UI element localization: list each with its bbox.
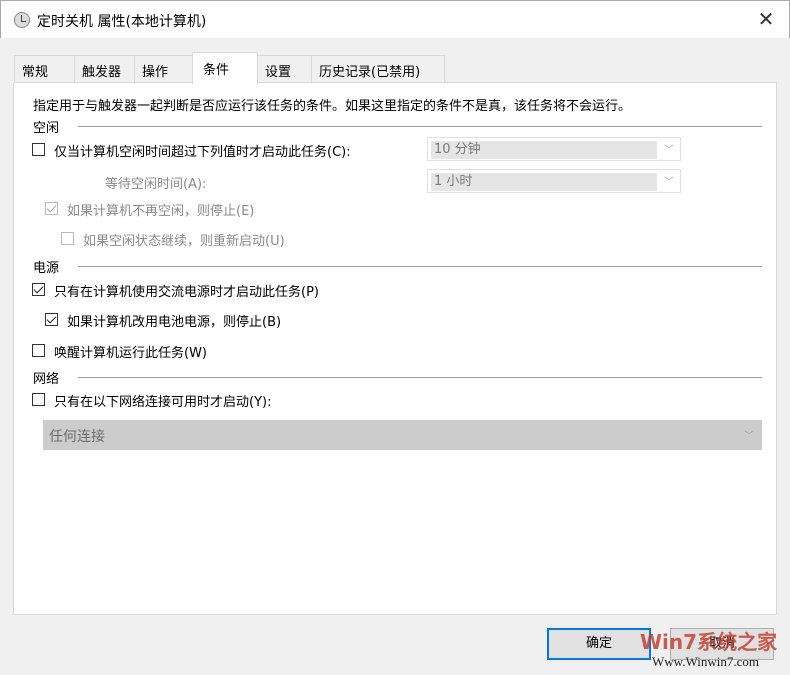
network-heading: 网络 <box>33 372 60 387</box>
window-title: 定时关机 属性(本地计算机) <box>37 14 207 30</box>
start-if-idle-checkbox[interactable] <box>32 143 45 156</box>
idle-duration-select[interactable]: 10 分钟 ﹀ <box>427 137 681 161</box>
divider <box>78 266 762 267</box>
chevron-down-icon: ﹀ <box>664 177 674 188</box>
stop-on-battery-checkbox[interactable] <box>45 313 58 326</box>
close-button[interactable]: ✕ <box>743 1 789 39</box>
divider <box>78 377 762 378</box>
only-if-network-checkbox[interactable] <box>32 393 45 406</box>
wake-checkbox[interactable] <box>32 344 45 357</box>
ac-only-label[interactable]: 只有在计算机使用交流电源时才启动此任务(P) <box>54 281 319 300</box>
wait-idle-value: 1 小时 <box>431 173 657 191</box>
divider <box>78 126 762 127</box>
ac-only-checkbox[interactable] <box>32 283 45 296</box>
description: 指定用于与触发器一起判断是否应运行该任务的条件。如果这里指定的条件不是真，该任务… <box>33 99 632 114</box>
idle-heading: 空闲 <box>33 121 60 136</box>
watermark-brand: Win7系统之家 <box>640 630 778 654</box>
title-bar: 定时关机 属性(本地计算机) ✕ <box>0 0 790 38</box>
ok-button[interactable]: 确定 <box>547 628 651 660</box>
power-heading: 电源 <box>33 261 60 276</box>
stop-if-not-idle-label[interactable]: 如果计算机不再空闲，则停止(E) <box>67 200 254 219</box>
restart-if-idle-checkbox[interactable] <box>61 232 74 245</box>
watermark-url: Www.Winwin7.com <box>652 654 759 669</box>
idle-duration-value: 10 分钟 <box>431 141 657 159</box>
wait-idle-select[interactable]: 1 小时 ﹀ <box>427 169 681 193</box>
stop-if-not-idle-checkbox[interactable] <box>45 202 58 215</box>
chevron-down-icon: ﹀ <box>744 431 754 442</box>
tab-history[interactable]: 历史记录(已禁用) <box>311 55 445 83</box>
start-if-idle-label[interactable]: 仅当计算机空闲时间超过下列值时才启动此任务(C): <box>54 141 351 160</box>
stop-on-battery-label[interactable]: 如果计算机改用电池电源，则停止(B) <box>67 311 281 330</box>
tab-triggers[interactable]: 触发器 <box>74 55 135 83</box>
wake-label[interactable]: 唤醒计算机运行此任务(W) <box>54 342 207 361</box>
chevron-down-icon: ﹀ <box>664 145 674 156</box>
restart-if-idle-label[interactable]: 如果空闲状态继续，则重新启动(U) <box>83 230 285 249</box>
tab-settings[interactable]: 设置 <box>257 55 312 83</box>
tab-conditions[interactable]: 条件 <box>192 52 258 84</box>
network-connection-select[interactable]: 任何连接 ﹀ <box>43 420 762 450</box>
tab-actions[interactable]: 操作 <box>134 55 193 83</box>
clock-icon <box>14 12 30 28</box>
conditions-panel: 指定用于与触发器一起判断是否应运行该任务的条件。如果这里指定的条件不是真，该任务… <box>13 82 777 615</box>
only-if-network-label[interactable]: 只有在以下网络连接可用时才启动(Y): <box>54 391 271 410</box>
network-connection-value: 任何连接 <box>49 429 105 445</box>
tab-general[interactable]: 常规 <box>14 55 75 83</box>
wait-idle-label: 等待空闲时间(A): <box>105 177 207 192</box>
